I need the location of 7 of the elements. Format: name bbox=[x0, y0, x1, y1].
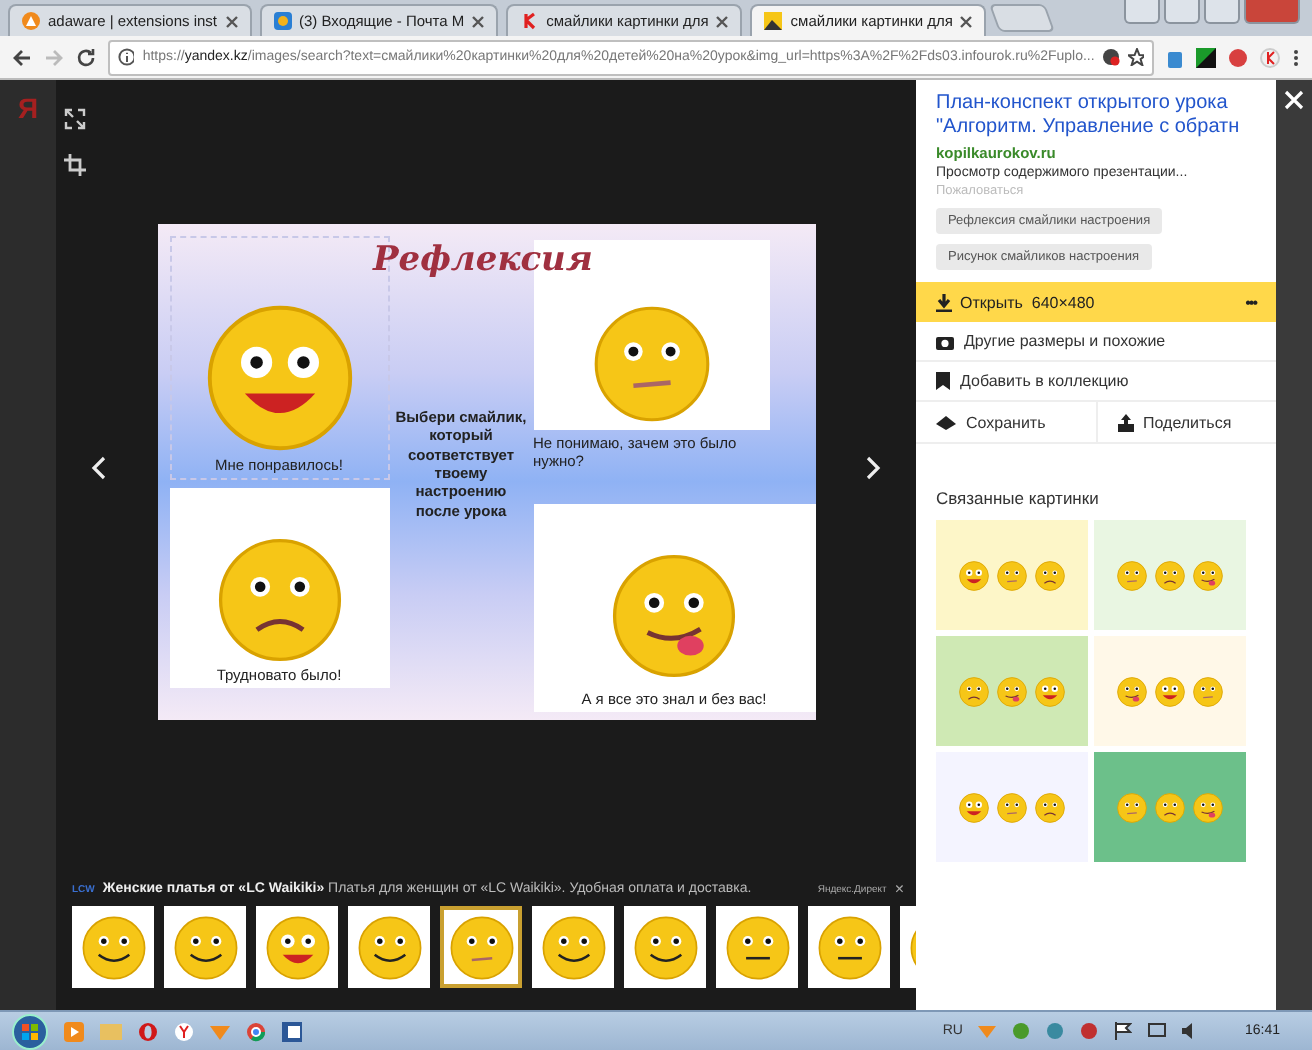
more-options-button[interactable]: ••• bbox=[1245, 293, 1256, 311]
related-images-heading: Связанные картинки bbox=[936, 488, 1101, 508]
source-title-link[interactable]: План-конспект открытого урока "Алгоритм. Управление с обратн bbox=[936, 92, 1256, 140]
open-image-button[interactable]: Открыть 640×480 ••• bbox=[916, 282, 1276, 322]
close-ad-button[interactable]: × bbox=[894, 880, 904, 898]
slide-title: Рефлексия bbox=[373, 240, 593, 280]
site-logo: Я bbox=[17, 92, 39, 124]
